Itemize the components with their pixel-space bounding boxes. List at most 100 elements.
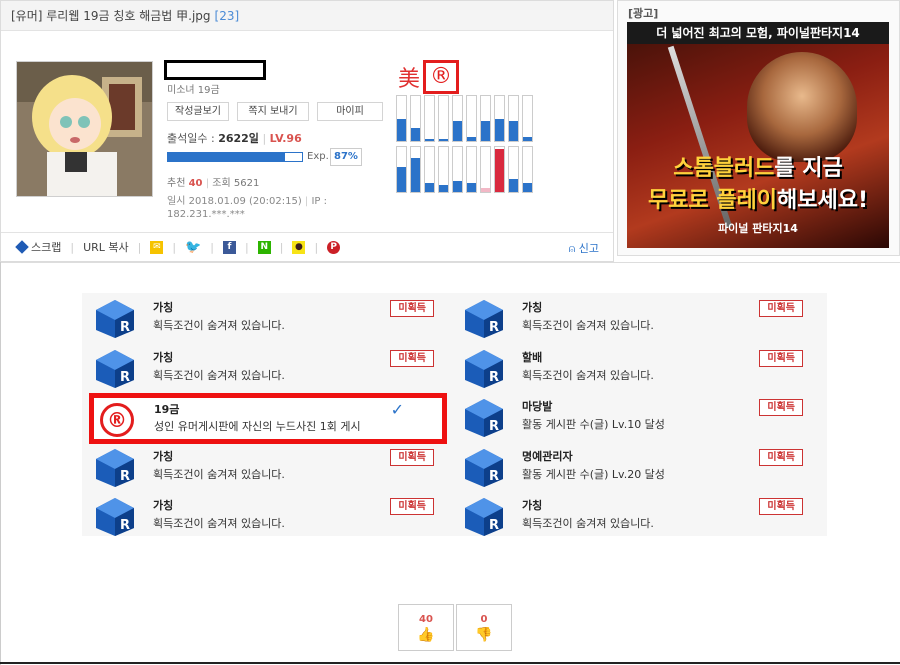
- facebook-icon[interactable]: f: [223, 240, 236, 254]
- ad-line2: 무료로 플레이해보세요!: [647, 188, 869, 213]
- cube-icon: [15, 240, 29, 254]
- achievement-highlighted[interactable]: ® 19금 성인 유머게시판에 자신의 누드사진 1회 게시 ✓: [89, 393, 447, 444]
- exp-bar: [167, 152, 303, 162]
- activity-bar-fill: [495, 149, 504, 192]
- upvote-button[interactable]: 40 👍: [398, 604, 454, 651]
- activity-bar: [494, 95, 505, 142]
- status-badge: 미획득: [390, 498, 434, 515]
- views-value: 5621: [233, 178, 260, 189]
- cube-icon: R: [463, 348, 505, 390]
- activity-bar-fill: [453, 180, 462, 192]
- status-badge: 미획득: [390, 349, 434, 367]
- cube-icon: R: [463, 447, 505, 489]
- achievement-item[interactable]: R 가칭획득조건이 숨겨져 있습니다. 미획득: [82, 491, 442, 540]
- achievement-item[interactable]: R 할배 획득조건이 숨겨져 있습니다. 미획득: [451, 343, 811, 392]
- bell-icon: ⍝: [568, 242, 576, 255]
- activity-bar: [410, 95, 421, 142]
- achievement-item[interactable]: R 가칭 획득조건이 숨겨져 있습니다. 미획득: [82, 343, 442, 392]
- achievement-name: 19금: [154, 403, 180, 416]
- status-badge: 미획득: [759, 498, 803, 515]
- title-mark-prefix: 美: [398, 67, 421, 92]
- status-badge: 미획득: [390, 448, 434, 466]
- upvote-count: 40: [419, 614, 433, 625]
- kakaostory-icon[interactable]: ✉: [150, 240, 164, 254]
- comment-count[interactable]: [23]: [215, 9, 240, 23]
- ad-panel: [광고] 더 넓어진 최고의 모험, 파이널판타지14 스톰블러드를 지금 무료…: [617, 0, 900, 256]
- achievement-name: 가칭: [153, 449, 174, 463]
- ad-label: [광고]: [628, 7, 659, 20]
- url-copy-button[interactable]: URL 복사: [83, 239, 129, 255]
- attendance-value: 2622일: [218, 132, 259, 145]
- activity-bar-fill: [439, 138, 448, 141]
- twitter-icon[interactable]: 🐦: [185, 240, 201, 255]
- svg-text:R: R: [489, 518, 499, 533]
- activity-bar: [396, 146, 407, 193]
- scrap-label: 스크랩: [31, 241, 62, 254]
- rec-value: 40: [188, 178, 203, 189]
- report-button[interactable]: ⍝ 신고: [569, 240, 599, 256]
- scrap-button[interactable]: 스크랩: [15, 239, 62, 255]
- status-badge: 미획득: [759, 300, 803, 317]
- achievement-desc: 획득조건이 숨겨져 있습니다.: [153, 368, 285, 382]
- activity-bar-fill: [495, 118, 504, 141]
- downvote-button[interactable]: 0 👎: [456, 604, 512, 651]
- send-message-button[interactable]: 쪽지 보내기: [237, 102, 309, 121]
- post-header-panel: [유머] 루리웹 19금 칭호 해금법 甲.jpg [23] 미소녀 19금 작성…: [0, 0, 614, 262]
- kakaotalk-icon[interactable]: ●: [292, 240, 306, 254]
- cube-icon: R: [94, 496, 136, 538]
- activity-bars-row2: [396, 146, 561, 193]
- achievement-item[interactable]: R 명예관리자 활동 게시판 수(글) Lv.20 달성 미획득: [451, 442, 811, 491]
- activity-bar-fill: [425, 183, 434, 192]
- activity-bar: [494, 146, 505, 193]
- cube-icon: R: [463, 496, 505, 538]
- activity-bar: [508, 146, 519, 193]
- rec-label: 추천: [167, 178, 186, 189]
- svg-text:R: R: [120, 320, 130, 335]
- avatar-image: [17, 62, 152, 196]
- svg-text:R: R: [120, 469, 130, 484]
- achievement-item[interactable]: R 가칭 획득조건이 숨겨져 있습니다. 미획득: [82, 293, 442, 342]
- achievement-item[interactable]: R 가칭 획득조건이 숨겨져 있습니다. 미획득: [82, 442, 442, 491]
- post-title[interactable]: [유머] 루리웹 19금 칭호 해금법 甲.jpg: [11, 9, 211, 23]
- pinterest-icon[interactable]: P: [327, 240, 341, 254]
- divider: [0, 262, 900, 263]
- ad-banner[interactable]: 더 넓어진 최고의 모험, 파이널판타지14 스톰블러드를 지금 무료로 플레이…: [627, 22, 889, 248]
- achievement-desc: 획득조건이 숨겨져 있습니다.: [522, 368, 654, 382]
- bottom-border: [0, 662, 900, 664]
- svg-text:R: R: [120, 370, 130, 385]
- activity-bar: [466, 146, 477, 193]
- date-ip-stat: 일시 2018.01.09 (20:02:15) | IP : 182.231.…: [167, 196, 328, 220]
- achievement-name: 명예관리자: [522, 449, 573, 463]
- achievement-desc: 획득조건이 숨겨져 있습니다.: [153, 517, 285, 530]
- achievement-item[interactable]: R 마당발 활동 게시판 수(글) Lv.10 달성 미획득: [451, 392, 811, 441]
- activity-bar-fill: [425, 138, 434, 141]
- activity-bar: [480, 95, 491, 142]
- svg-text:R: R: [489, 320, 499, 335]
- ad-brand: 파이널 판타지14: [718, 222, 798, 235]
- activity-bar-fill: [453, 120, 462, 141]
- activity-bar: [438, 95, 449, 142]
- status-badge: 미획득: [759, 349, 803, 367]
- profile-buttons: 작성글보기 쪽지 보내기 마이피: [167, 102, 383, 121]
- activity-bar: [452, 95, 463, 142]
- mypi-button[interactable]: 마이피: [317, 102, 383, 121]
- user-grade: 미소녀 19금: [167, 85, 220, 96]
- achievement-name: 가칭: [153, 499, 174, 512]
- status-badge: 미획득: [759, 399, 803, 416]
- achievement-desc: 획득조건이 숨겨져 있습니다.: [153, 319, 285, 332]
- svg-text:R: R: [120, 518, 130, 533]
- thumbs-down-icon: 👎: [475, 627, 493, 643]
- naver-icon[interactable]: N: [257, 240, 271, 254]
- view-posts-button[interactable]: 작성글보기: [167, 102, 229, 121]
- achievement-item[interactable]: R 가칭 획득조건이 숨겨져 있습니다. 미획득: [451, 293, 811, 342]
- activity-bar: [480, 146, 491, 193]
- achievement-name: 가칭: [153, 301, 174, 314]
- activity-bar-fill: [439, 185, 448, 192]
- cube-icon: R: [94, 447, 136, 489]
- achievement-desc: 획득조건이 숨겨져 있습니다.: [522, 319, 654, 332]
- avatar[interactable]: [16, 61, 153, 197]
- ad-headline: 더 넓어진 최고의 모험, 파이널판타지14: [627, 22, 889, 44]
- activity-bar: [396, 95, 407, 142]
- registered-icon: ®: [100, 403, 134, 437]
- achievement-item[interactable]: R 가칭 획득조건이 숨겨져 있습니다. 미획득: [451, 491, 811, 540]
